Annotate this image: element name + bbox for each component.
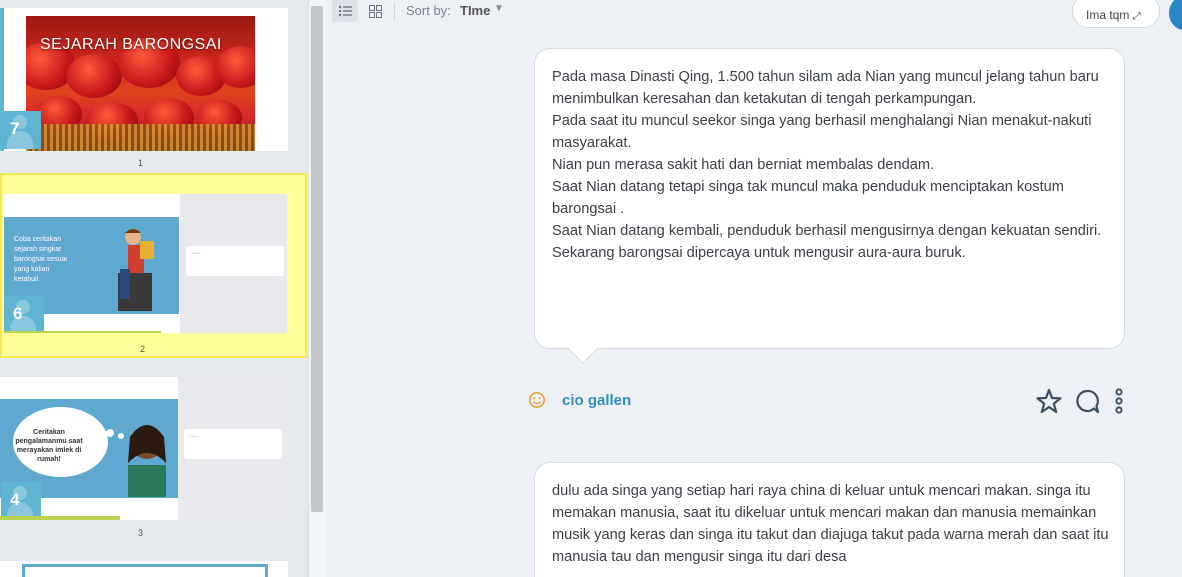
slide-thumbnail-1[interactable]: SEJARAH BARONGSAI 7: [0, 8, 288, 151]
slide-thumbnail-2-selected[interactable]: Coba ceritakan sejarah singkat barongsai…: [0, 173, 307, 358]
sort-label: Sort by:: [406, 3, 451, 18]
progress-bar: [4, 331, 161, 333]
author-name: cio gallen: [562, 392, 632, 409]
post-card[interactable]: dulu ada singa yang setiap hari raya chi…: [534, 462, 1125, 577]
smile-icon: [528, 391, 546, 409]
grid-icon: [368, 4, 382, 18]
slide-prompt: Ceritakan pengalamanmu saat merayakan im…: [15, 429, 83, 463]
list-view-button[interactable]: [332, 0, 358, 22]
slide-number: 1: [138, 158, 144, 168]
more-options-icon[interactable]: [1112, 388, 1126, 414]
slide-note: • • • • •: [186, 246, 284, 276]
slide-badge: 7: [1, 111, 41, 149]
sort-dropdown[interactable]: TIme: [460, 3, 490, 18]
slide-badge: 4: [1, 482, 41, 520]
post-text: dulu ada singa yang setiap hari raya chi…: [552, 483, 1109, 565]
chevron-down-icon[interactable]: ▼: [494, 3, 504, 14]
slide-note: • • • • •: [184, 429, 282, 459]
expand-icon: ⤢: [1132, 11, 1141, 22]
speech-tail: [567, 332, 599, 364]
post-card[interactable]: Pada masa Dinasti Qing, 1.500 tahun sila…: [534, 48, 1125, 364]
scroll-thumb[interactable]: [311, 6, 323, 512]
star-icon[interactable]: [1036, 388, 1062, 414]
slide-number: 3: [138, 528, 144, 538]
slide-prompt: Coba ceritakan sejarah singkat barongsai…: [14, 236, 67, 283]
person-illustration: [128, 425, 166, 497]
slide-photo: SEJARAH BARONGSAI: [26, 16, 255, 151]
slide-thumbnail-2[interactable]: Coba ceritakan sejarah singkat barongsai…: [4, 194, 287, 333]
slide-number: 2: [140, 344, 146, 354]
thinker-illustration: [118, 229, 154, 311]
post-text: Pada masa Dinasti Qing, 1.500 tahun sila…: [552, 69, 1102, 261]
slide-badge: 6: [4, 296, 44, 333]
user-button[interactable]: Ima tqm ⤢: [1072, 0, 1160, 28]
post-footer: cio gallen: [528, 388, 1128, 414]
slide-panel: SEJARAH BARONGSAI 7 1 Coba ceritakan sej…: [0, 0, 308, 577]
toolbar-divider: [394, 2, 395, 20]
profile-avatar[interactable]: [1169, 0, 1182, 30]
slide-thumbnail-3[interactable]: Ceritakan pengalamanmu saat merayakan im…: [0, 377, 288, 520]
slide-thumbnail-4[interactable]: [0, 561, 288, 577]
slide-panel-scrollbar[interactable]: [308, 0, 326, 577]
list-icon: [338, 5, 352, 17]
toolbar: Sort by: TIme ▼ Ima tqm ⤢: [326, 0, 1182, 30]
progress-bar: [0, 516, 120, 520]
user-label: Ima tqm: [1086, 8, 1130, 22]
grid-view-button[interactable]: [362, 0, 388, 22]
slide-title: SEJARAH BARONGSAI: [40, 36, 222, 53]
comment-icon[interactable]: [1074, 388, 1100, 414]
